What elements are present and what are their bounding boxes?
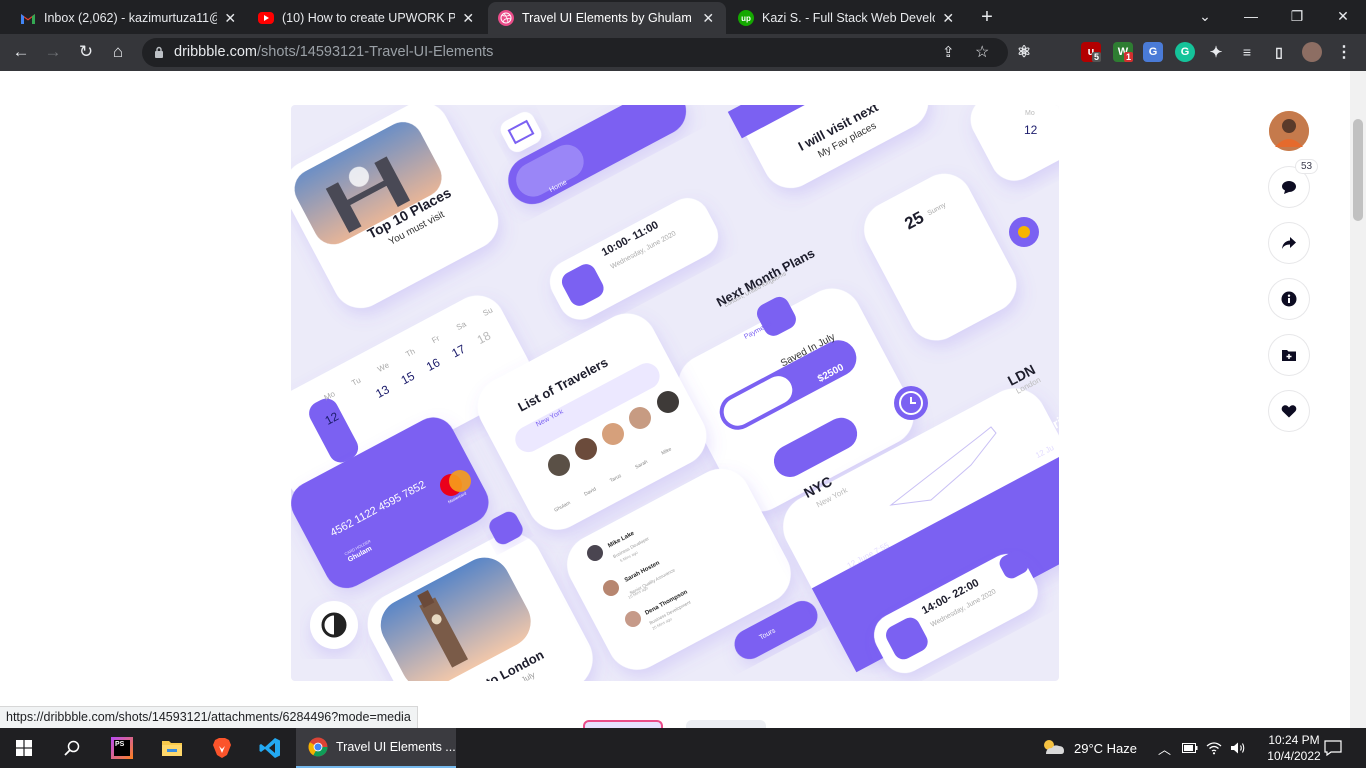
attachment-thumbnail-active[interactable] (583, 720, 663, 728)
save-to-collection-button[interactable] (1269, 335, 1309, 375)
share-icon[interactable]: ⇪ (942, 43, 955, 61)
volume-icon[interactable] (1230, 728, 1246, 768)
folder-icon (162, 741, 182, 756)
tab-title: Travel UI Elements by Ghulam Ra (522, 11, 695, 25)
designer-avatar[interactable] (1269, 111, 1309, 151)
back-icon[interactable]: ← (10, 42, 32, 62)
tab-dribbble[interactable]: Travel UI Elements by Ghulam Ra ✕ (488, 2, 726, 34)
tab-strip: Inbox (2,062) - kazimurtuza11@g ✕ (10) H… (0, 0, 1366, 34)
minimize-button[interactable]: — (1228, 0, 1274, 32)
weather-widget[interactable]: 29°C Haze (1040, 728, 1137, 768)
taskbar-phpstorm[interactable]: PS (98, 728, 146, 768)
start-button[interactable] (0, 728, 48, 768)
tab-youtube[interactable]: (10) How to create UPWORK PRO ✕ (248, 2, 486, 34)
dribbble-icon (498, 10, 514, 26)
info-icon (1281, 291, 1297, 307)
phpstorm-icon: PS (111, 737, 133, 759)
tab-title: Inbox (2,062) - kazimurtuza11@g (44, 11, 217, 25)
extensions-puzzle-icon[interactable]: ✦ (1206, 42, 1226, 62)
comment-icon (1282, 181, 1296, 194)
close-tab-icon[interactable]: ✕ (461, 10, 477, 27)
ublock-icon[interactable]: u5 (1081, 42, 1102, 62)
grammarly-icon[interactable]: G (1175, 42, 1195, 62)
tab-title: (10) How to create UPWORK PRO (282, 11, 455, 25)
translate-icon[interactable]: G (1143, 42, 1163, 62)
clock-time: 10:24 PM (1268, 733, 1320, 747)
media-queue-icon[interactable]: ≡ (1237, 42, 1257, 62)
heart-icon (1281, 405, 1297, 418)
windows-taskbar: PS Travel UI Elements ... 29°C Haze ︿ 10… (0, 728, 1366, 768)
top-month-day: Mo (1025, 110, 1035, 117)
page-scrollbar[interactable] (1350, 71, 1366, 728)
comments-button[interactable]: 53 (1269, 159, 1319, 207)
clock-date: 10/4/2022 (1267, 749, 1321, 763)
tab-gmail[interactable]: Inbox (2,062) - kazimurtuza11@g ✕ (10, 2, 248, 34)
close-tab-icon[interactable]: ✕ (701, 10, 717, 27)
like-button[interactable] (1269, 391, 1309, 431)
react-devtools-icon[interactable]: ⚛ (1014, 42, 1034, 62)
battery-icon[interactable] (1182, 728, 1198, 768)
gmail-icon (20, 10, 36, 26)
youtube-icon (258, 12, 274, 24)
tab-search-button[interactable]: ⌄ (1182, 0, 1228, 32)
brave-icon (213, 738, 231, 758)
close-window-button[interactable]: ✕ (1320, 0, 1366, 32)
extension-badge: 1 (1124, 52, 1134, 62)
vscode-icon (259, 738, 280, 758)
taskbar-chrome[interactable]: Travel UI Elements ... (296, 728, 456, 768)
address-bar[interactable]: dribbble.com/shots/14593121-Travel-UI-El… (142, 38, 1008, 67)
upwork-icon: up (738, 10, 754, 26)
folder-plus-icon (1282, 350, 1296, 361)
lock-icon (155, 46, 163, 58)
url-path: /shots/14593121-Travel-UI-Elements (257, 44, 494, 60)
browser-toolbar: ← → ↻ ⌂ dribbble.com/shots/14593121-Trav… (0, 34, 1366, 71)
url-text: dribbble.com/shots/14593121-Travel-UI-El… (174, 44, 493, 60)
scrollbar-thumb[interactable] (1353, 119, 1363, 221)
search-button[interactable] (48, 728, 96, 768)
chrome-icon (308, 737, 328, 757)
top-month-date: 12 (1024, 123, 1038, 137)
info-button[interactable] (1269, 279, 1309, 319)
share-arrow-icon (1282, 237, 1296, 249)
system-clock[interactable]: 10:24 PM 10/4/2022 (1262, 732, 1326, 764)
search-icon (64, 740, 80, 756)
maximize-button[interactable]: ❐ (1274, 0, 1320, 32)
sidepanel-icon[interactable]: ▯ (1269, 42, 1289, 62)
reload-icon[interactable]: ↻ (75, 42, 97, 62)
extension-icon[interactable]: W1 (1113, 42, 1134, 62)
windows-logo-icon (16, 740, 32, 756)
page-content: Top 10 Places You must visit I will visi… (0, 71, 1350, 728)
home-icon[interactable]: ⌂ (107, 42, 129, 62)
taskbar-file-explorer[interactable] (148, 728, 196, 768)
close-tab-icon[interactable]: ✕ (941, 10, 957, 27)
taskbar-brave[interactable] (198, 728, 246, 768)
taskbar-vscode[interactable] (246, 728, 294, 768)
shot-image[interactable]: Top 10 Places You must visit I will visi… (291, 105, 1059, 681)
comment-count: 53 (1295, 159, 1319, 174)
weather-haze-icon (1044, 740, 1064, 754)
url-domain: dribbble.com (174, 44, 258, 60)
new-tab-button[interactable]: + (976, 6, 998, 29)
profile-avatar[interactable] (1302, 42, 1322, 62)
wifi-icon[interactable] (1206, 728, 1222, 768)
notifications-icon[interactable] (1324, 728, 1342, 768)
tray-overflow-chevron-icon[interactable]: ︿ (1158, 728, 1171, 768)
share-button[interactable] (1269, 223, 1309, 263)
tab-upwork[interactable]: up Kazi S. - Full Stack Web Develope ✕ (728, 2, 966, 34)
weather-text: 29°C Haze (1074, 740, 1138, 756)
bookmark-star-icon[interactable]: ☆ (975, 42, 989, 62)
menu-icon[interactable]: ⋮ (1334, 42, 1354, 62)
forward-icon[interactable]: → (42, 42, 64, 62)
status-link-preview: https://dribbble.com/shots/14593121/atta… (0, 706, 418, 728)
ublock-badge: 5 (1092, 52, 1102, 62)
chrome-window-title: Travel UI Elements ... (336, 740, 456, 754)
close-tab-icon[interactable]: ✕ (223, 10, 239, 27)
tab-title: Kazi S. - Full Stack Web Develope (762, 11, 935, 25)
attachment-thumbnail[interactable] (686, 720, 766, 728)
